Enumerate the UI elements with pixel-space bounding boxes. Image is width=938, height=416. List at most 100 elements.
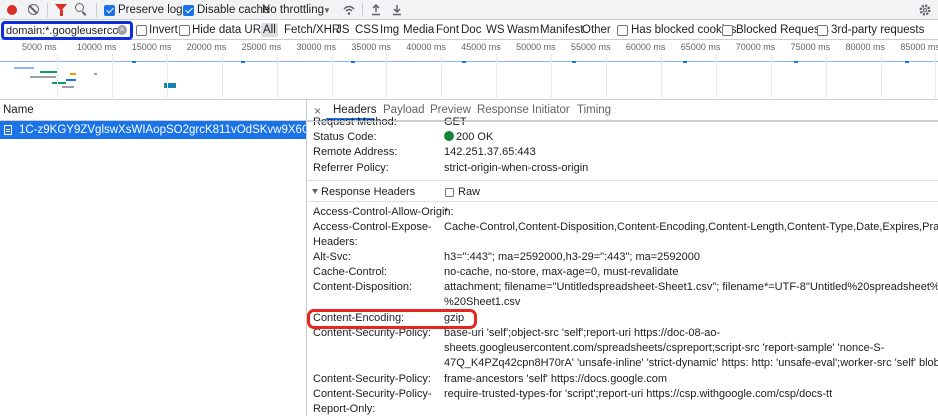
third-party-requests-checkbox[interactable]	[817, 25, 828, 36]
timeline-mark	[164, 83, 176, 88]
section-divider	[307, 180, 938, 181]
timeline-gridline	[276, 54, 278, 100]
timeline-gridline	[606, 54, 607, 100]
timeline-gridline	[825, 54, 827, 100]
filter-icon[interactable]	[55, 4, 67, 16]
invert-checkbox[interactable]	[136, 25, 147, 36]
header-value: %20Sheet1.csv	[444, 296, 521, 308]
preserve-log-checkbox[interactable]	[104, 5, 115, 16]
timeline-gridline	[166, 54, 168, 100]
tab-payload[interactable]: Payload	[383, 104, 425, 116]
type-filter-fetch-xhr[interactable]: Fetch/XHR	[284, 24, 340, 36]
timeline-gridline	[935, 54, 937, 100]
clear-filter-icon[interactable]: ×	[117, 25, 127, 35]
timeline-tick-label: 30000 ms	[296, 42, 337, 52]
timeline-mark	[14, 67, 34, 69]
timeline-mark	[905, 61, 909, 63]
search-icon[interactable]	[75, 3, 84, 12]
type-filter-media[interactable]: Media	[403, 24, 434, 36]
timeline-tick-label: 80000 ms	[845, 42, 886, 52]
has-blocked-cookies-checkbox[interactable]	[617, 25, 628, 36]
timeline-tick-label: 65000 ms	[680, 42, 721, 52]
devtools-toolbar: Preserve log Disable cache No throttling…	[0, 0, 938, 20]
filter-input[interactable]	[6, 24, 119, 37]
timeline-mark	[66, 79, 76, 81]
timeline-mark	[40, 71, 58, 73]
details-tabs: × Headers Payload Preview Response Initi…	[307, 100, 938, 121]
remote-address-value: 142.251.37.65:443	[444, 146, 536, 158]
type-filter-all[interactable]: All	[261, 23, 278, 37]
invert-label[interactable]: Invert	[149, 24, 178, 36]
timeline-tick-label: 45000 ms	[461, 42, 501, 52]
header-value: sheets.googleusercontent.com/spreadsheet…	[444, 342, 885, 354]
type-filter-manifest[interactable]: Manifest	[540, 24, 583, 36]
status-code-value: 200 OK	[444, 131, 493, 143]
disable-cache-checkbox[interactable]	[183, 5, 194, 16]
timeline-mark	[794, 61, 798, 63]
header-value: require-trusted-types-for 'script';repor…	[444, 388, 833, 400]
request-row[interactable]: 1C-z9KGY9ZVglswXsWIAopSO2grcK811vOdSKvw9…	[0, 121, 306, 139]
header-value: h3=":443"; ma=2592000,h3-29=":443"; ma=2…	[444, 251, 700, 263]
chevron-down-icon[interactable]: ▼	[323, 6, 331, 15]
timeline-mark	[62, 86, 74, 88]
settings-gear-icon[interactable]	[918, 3, 932, 17]
toolbar-divider	[96, 3, 97, 17]
timeline-tick-label: 5000 ms	[22, 42, 57, 52]
type-filter-wasm[interactable]: Wasm	[507, 24, 539, 36]
export-har-icon[interactable]	[391, 3, 403, 16]
remote-address-label: Remote Address:	[313, 146, 398, 158]
tab-timing[interactable]: Timing	[577, 104, 611, 116]
blocked-requests-label[interactable]: Blocked Requests	[736, 24, 829, 36]
header-name: Content-Security-Policy-	[313, 388, 432, 400]
type-filter-img[interactable]: Img	[380, 24, 399, 36]
header-name: Access-Control-Expose-	[313, 221, 432, 233]
raw-checkbox[interactable]	[445, 188, 454, 197]
network-overview-timeline[interactable]: 5000 ms 10000 ms 15000 ms 20000 ms 25000 ms 3…	[0, 40, 938, 100]
timeline-tick-label: 15000 ms	[131, 42, 172, 52]
blocked-requests-checkbox[interactable]	[722, 25, 733, 36]
timeline-tick-label: 70000 ms	[735, 42, 776, 52]
status-code-label: Status Code:	[313, 131, 377, 143]
header-name: Access-Control-Allow-Origin:	[313, 206, 454, 218]
timeline-gridline	[880, 54, 882, 100]
hide-data-urls-checkbox[interactable]	[179, 25, 190, 36]
type-filter-ws[interactable]: WS	[486, 24, 505, 36]
response-headers-toggle[interactable]: Response Headers	[312, 186, 415, 198]
third-party-requests-label[interactable]: 3rd-party requests	[831, 24, 924, 36]
toolbar-divider	[47, 3, 48, 17]
timeline-tick-label: 85000 ms	[900, 42, 938, 52]
type-filter-font[interactable]: Font	[436, 24, 459, 36]
raw-label[interactable]: Raw	[458, 186, 480, 198]
clear-icon[interactable]	[28, 4, 39, 15]
import-har-icon[interactable]	[370, 3, 382, 16]
document-icon	[4, 125, 12, 135]
has-blocked-cookies-label[interactable]: Has blocked cookies	[631, 24, 736, 36]
type-filter-css[interactable]: CSS	[355, 24, 379, 36]
name-column-header[interactable]: Name	[0, 100, 306, 121]
type-filter-js[interactable]: JS	[336, 24, 349, 36]
disable-cache-label[interactable]: Disable cache	[197, 4, 269, 16]
filter-input-box[interactable]: ×	[1, 21, 133, 40]
timeline-mark	[70, 73, 76, 75]
timeline-mark	[683, 61, 687, 63]
type-filter-other[interactable]: Other	[582, 24, 611, 36]
tab-headers[interactable]: Headers	[333, 104, 376, 116]
network-conditions-icon[interactable]	[343, 4, 355, 16]
throttling-select[interactable]: No throttling	[262, 4, 324, 16]
timeline-mark	[462, 61, 466, 63]
record-icon[interactable]	[7, 5, 17, 15]
type-filter-doc[interactable]: Doc	[461, 24, 481, 36]
timeline-mark	[30, 76, 56, 78]
tab-preview[interactable]: Preview	[430, 104, 471, 116]
timeline-tick-label: 60000 ms	[625, 42, 666, 52]
timeline-mark	[572, 61, 576, 63]
timeline-tick-label: 10000 ms	[76, 42, 117, 52]
timeline-mark	[132, 61, 136, 63]
timeline-gridline	[770, 54, 772, 100]
timeline-tick-label: 40000 ms	[406, 42, 446, 52]
preserve-log-label[interactable]: Preserve log	[118, 4, 183, 16]
tab-initiator[interactable]: Initiator	[532, 104, 570, 116]
timeline-mark	[94, 73, 97, 75]
tab-response[interactable]: Response	[477, 104, 529, 116]
timeline-tick-label: 50000 ms	[516, 42, 556, 52]
